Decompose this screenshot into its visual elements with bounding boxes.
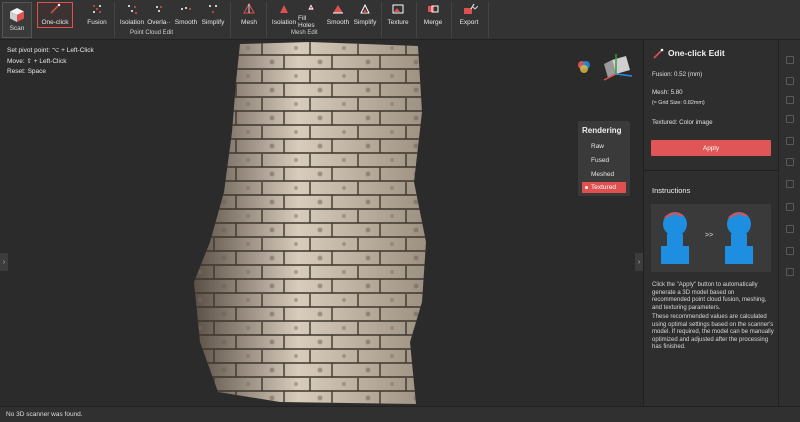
isolation-label: Isolation: [119, 19, 145, 26]
mesh-label: Mesh: [241, 19, 257, 26]
main-toolbar: Scan One-click Fusion Isolation Overla··…: [0, 0, 800, 40]
render-option-textured-label: Textured: [591, 184, 616, 191]
separator: [114, 2, 115, 38]
fusion-value: Fusion: 0.52 (mm): [652, 71, 703, 78]
merge-icon: [428, 5, 439, 13]
view-cube-icon[interactable]: [600, 50, 634, 84]
fusion-label: Fusion: [87, 19, 107, 26]
mesh-smooth-icon: [333, 5, 343, 14]
texture-icon: [392, 4, 404, 14]
fusion-button[interactable]: Fusion: [84, 3, 110, 29]
render-option-fused[interactable]: Fused: [582, 155, 626, 166]
instructions-para-1: Click the "Apply" button to automaticall…: [652, 282, 767, 311]
mesh-icon: [243, 3, 255, 14]
instructions-para-2: These recommended values are calculated …: [652, 314, 774, 351]
separator: [230, 2, 231, 38]
hint-pivot: Set pivot point: ⌥ + Left-Click: [7, 47, 94, 54]
status-bar: No 3D scanner was found.: [0, 406, 800, 422]
mesh-simplify-icon: [360, 3, 370, 14]
scan-cube-icon: [10, 8, 24, 22]
tool-icon-8[interactable]: [786, 203, 794, 211]
fill-holes-button[interactable]: Fill Holes: [298, 3, 324, 29]
scan-button[interactable]: Scan: [2, 2, 32, 38]
right-panel-toggle[interactable]: ›: [635, 253, 643, 271]
render-option-textured[interactable]: Textured: [582, 182, 626, 193]
redo-icon[interactable]: [786, 268, 794, 276]
instructions-illustration: >>: [651, 204, 771, 272]
render-option-raw[interactable]: Raw: [582, 141, 626, 152]
arrow-between: >>: [705, 232, 714, 239]
merge-button[interactable]: Merge: [420, 3, 446, 29]
mesh-value: Mesh: 5.80: [652, 89, 683, 96]
hint-reset: Reset: Space: [7, 68, 47, 75]
selected-dot-icon: [585, 186, 588, 189]
color-mode-icon[interactable]: [576, 59, 592, 75]
mesh-isolation-label: Isolation: [271, 19, 297, 26]
texture-label: Texture: [387, 19, 409, 26]
export-label: Export: [459, 19, 479, 26]
textured-stone-wall-model[interactable]: [190, 42, 430, 404]
rendering-title: Rendering: [582, 126, 622, 135]
overlap-button[interactable]: Overla··: [146, 3, 172, 29]
hint-move: Move: ⇧ + Left-Click: [7, 58, 67, 65]
simplify-button[interactable]: Simplify: [200, 3, 226, 29]
mesh-smooth-label: Smooth: [326, 19, 350, 26]
overlap-icon: [156, 6, 162, 12]
mesh-group-label: Mesh Edit: [291, 30, 318, 36]
simplify-points-icon: [209, 5, 217, 13]
divider: [644, 170, 779, 171]
one-click-edit-panel: One-click Edit Fusion: 0.52 (mm) Mesh: 5…: [643, 40, 779, 406]
isolation-icon: [128, 5, 137, 14]
one-click-item[interactable]: One-click: [38, 3, 72, 29]
left-panel-toggle[interactable]: ›: [0, 253, 8, 271]
magic-wand-icon: [50, 3, 61, 14]
texture-button[interactable]: Texture: [385, 3, 411, 29]
scan-label: Scan: [9, 25, 25, 32]
instructions-heading: Instructions: [652, 186, 691, 195]
tool-icon-7[interactable]: [786, 180, 794, 188]
undo-icon[interactable]: [786, 247, 794, 255]
grid-size-value: (≈ Grid Size: 0.82mm): [652, 100, 705, 106]
render-option-meshed[interactable]: Meshed: [582, 169, 626, 180]
tool-icon-1[interactable]: [786, 56, 794, 64]
one-click-label: One-click: [41, 19, 69, 26]
separator: [266, 2, 267, 38]
side-tool-strip: [778, 40, 800, 406]
textured-value: Textured: Color image: [652, 119, 713, 126]
magic-wand-icon: [653, 48, 664, 59]
tool-icon-6[interactable]: [786, 158, 794, 166]
tool-icon-4[interactable]: [786, 115, 794, 123]
simplify-label: Simplify: [201, 19, 225, 26]
merge-label: Merge: [423, 19, 443, 26]
separator: [451, 2, 452, 38]
separator: [416, 2, 417, 38]
smooth-label: Smooth: [174, 19, 198, 26]
apply-button[interactable]: Apply: [651, 140, 771, 156]
fill-holes-label: Fill Holes: [298, 15, 315, 29]
overlap-label: Overla··: [147, 19, 171, 26]
fusion-icon: [93, 5, 101, 13]
point-cloud-group-label: Point Cloud Edit: [130, 30, 174, 36]
smooth-button[interactable]: Smooth: [173, 3, 199, 29]
chevron-down-icon[interactable]: [472, 6, 478, 10]
isolation-button[interactable]: Isolation: [119, 3, 145, 29]
mesh-isolation-icon: [280, 5, 288, 13]
tool-icon-2[interactable]: [786, 77, 794, 85]
tool-icon-9[interactable]: [786, 225, 794, 233]
separator: [488, 2, 489, 38]
mesh-smooth-button[interactable]: Smooth: [325, 3, 351, 29]
rendering-panel: Rendering Raw Fused Meshed Textured: [578, 121, 630, 196]
tool-icon-3[interactable]: [786, 96, 794, 104]
export-button[interactable]: Export: [456, 3, 482, 29]
panel-title: One-click Edit: [668, 48, 725, 58]
mesh-button[interactable]: Mesh: [236, 3, 262, 29]
tool-icon-5[interactable]: [786, 137, 794, 145]
smooth-points-icon: [181, 7, 191, 10]
separator: [381, 2, 382, 38]
fill-holes-icon: [308, 4, 314, 10]
mesh-simplify-button[interactable]: Simplify: [352, 3, 378, 29]
mesh-simplify-label: Simplify: [353, 19, 377, 26]
mesh-isolation-button[interactable]: Isolation: [271, 3, 297, 29]
